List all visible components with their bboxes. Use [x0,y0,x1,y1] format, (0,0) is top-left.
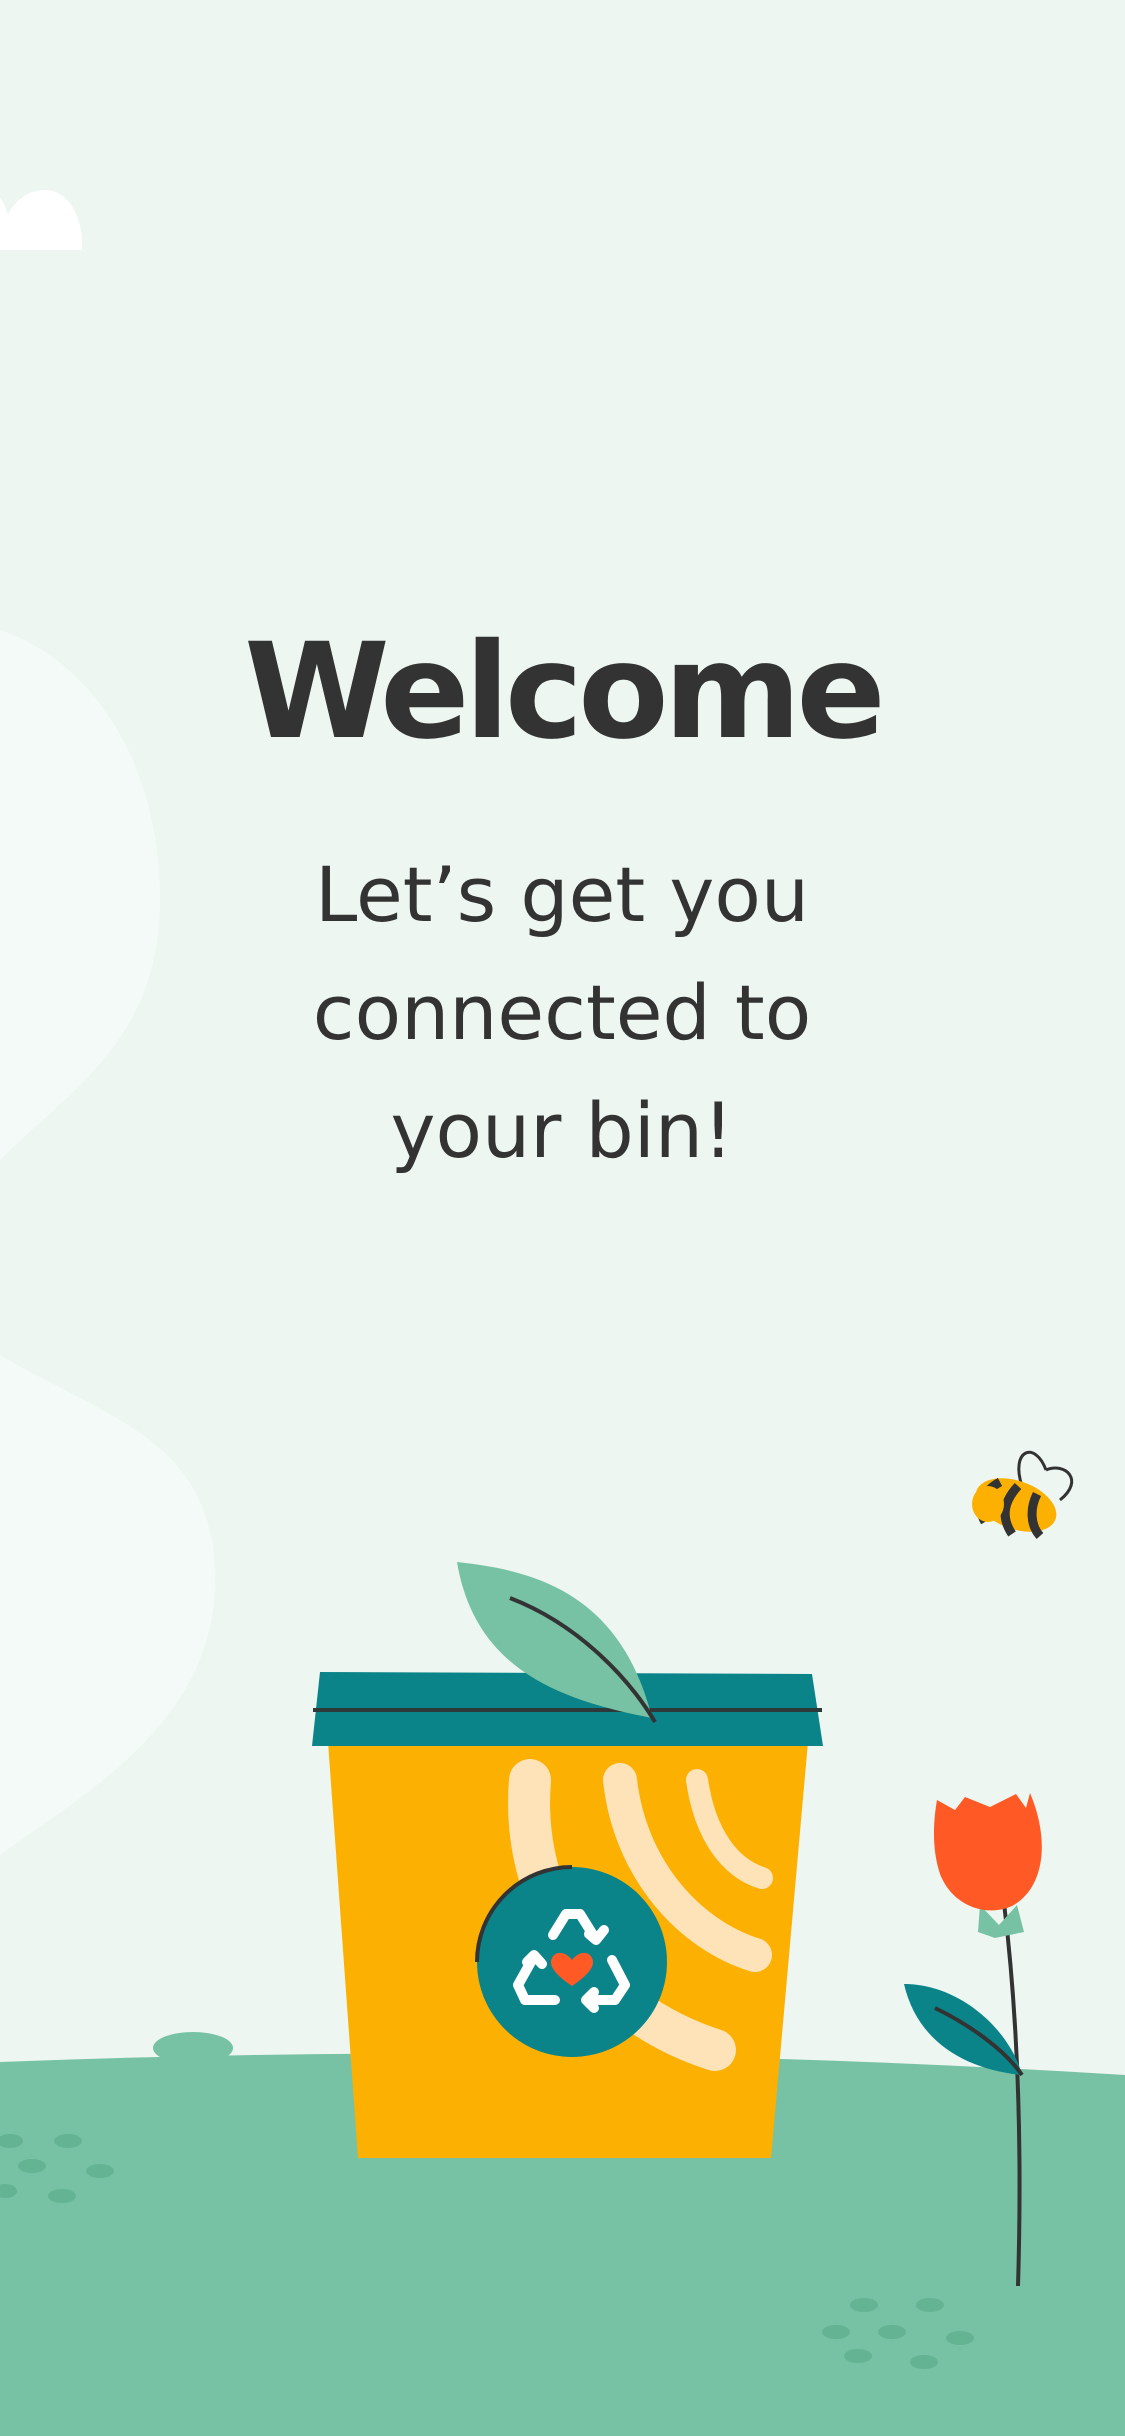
background-hill-shape [0,1355,215,1855]
recycle-heart-icon [475,1865,667,2057]
recycling-bin [312,1562,823,2158]
bee-icon [972,1450,1074,1540]
cloud-icon [0,190,83,250]
background-illustration [0,190,1125,2436]
welcome-message: Let’s get you connected to your bin! [312,850,812,1175]
ground-mound [153,2032,233,2064]
page-title: Welcome [244,615,886,769]
